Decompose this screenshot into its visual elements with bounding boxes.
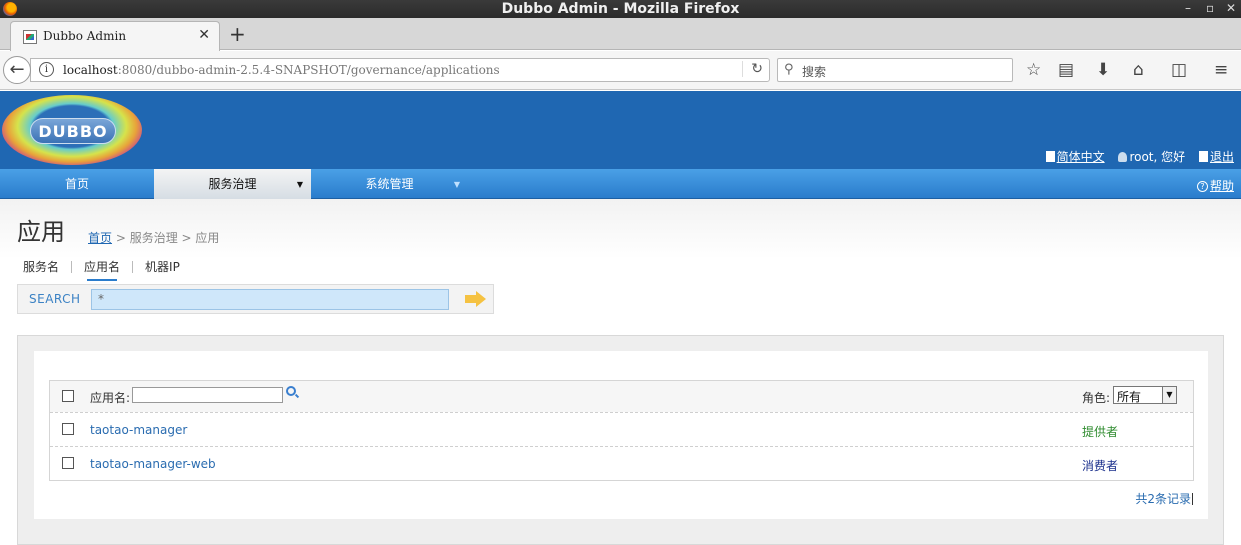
help-label: 帮助: [1209, 179, 1234, 193]
url-path: :8080/dubbo-admin-2.5.4-SNAPSHOT/governa…: [117, 63, 500, 77]
url-text[interactable]: localhost:8080/dubbo-admin-2.5.4-SNAPSHO…: [63, 63, 500, 77]
results-panel-inner: 应用名: 角色: 所有 ▼ taotao-manager 提供者 taotao-m…: [34, 351, 1208, 519]
language-link-label: 简体中文: [1056, 150, 1105, 164]
document-icon: [1045, 151, 1055, 162]
tab-machine-ip[interactable]: 机器IP: [145, 258, 180, 275]
logout-link[interactable]: 退出: [1198, 150, 1234, 164]
menu-item-service-governance[interactable]: 服务治理 ▼: [154, 169, 311, 199]
tab-application-name[interactable]: 应用名: [84, 258, 120, 281]
user-greeting-label: root, 您好: [1129, 150, 1186, 164]
role-filter-select[interactable]: 所有 ▼: [1113, 386, 1177, 404]
filter-search-icon[interactable]: [286, 386, 296, 396]
window-title: Dubbo Admin - Mozilla Firefox: [501, 1, 740, 17]
select-all-checkbox[interactable]: [62, 390, 74, 402]
menu-item-home[interactable]: 首页: [0, 169, 154, 199]
logo-text: DUBBO: [30, 118, 116, 144]
user-greeting: root, 您好: [1118, 150, 1185, 164]
menu-hamburger-icon[interactable]: ≡: [1214, 61, 1228, 79]
pocket-icon[interactable]: ◫: [1171, 61, 1187, 79]
maximize-icon[interactable]: ▫: [1206, 1, 1214, 15]
breadcrumb-home-link[interactable]: 首页: [88, 231, 112, 245]
app-header: DUBBO 简体中文 root, 您好 退出: [0, 91, 1241, 169]
logout-link-label: 退出: [1209, 150, 1234, 164]
reload-icon[interactable]: ↻: [742, 61, 763, 77]
search-icon: ⚲: [784, 62, 794, 77]
close-window-icon[interactable]: ✕: [1226, 1, 1236, 15]
search-type-tabs: 服务名 应用名 机器IP: [23, 258, 180, 281]
browser-search-input[interactable]: ⚲ 搜索: [777, 58, 1013, 82]
tab-service-name[interactable]: 服务名: [23, 258, 59, 275]
back-button[interactable]: ←: [3, 56, 31, 84]
header-links: 简体中文 root, 您好 退出: [1036, 148, 1234, 165]
app-role-label: 消费者: [1082, 459, 1119, 473]
row-checkbox[interactable]: [62, 457, 74, 469]
site-info-icon[interactable]: i: [39, 62, 54, 77]
dropdown-arrow-icon: ▼: [453, 180, 460, 189]
help-icon: ?: [1196, 181, 1208, 192]
download-icon[interactable]: ⬇: [1096, 61, 1110, 79]
page-title: 应用: [17, 218, 65, 246]
bookmark-star-icon[interactable]: ☆: [1026, 61, 1041, 79]
menu-item-label: 首页: [64, 177, 89, 191]
dropdown-arrow-icon: ▼: [296, 180, 303, 189]
breadcrumb: 首页 > 服务治理 > 应用: [88, 229, 219, 246]
role-filter-label: 角色:: [1082, 391, 1111, 405]
language-link[interactable]: 简体中文: [1045, 150, 1105, 164]
role-filter-value: 所有: [1117, 390, 1142, 404]
table-row: taotao-manager-web 消费者: [50, 446, 1193, 480]
main-menu: 首页 服务治理 ▼ 系统管理 ▼ ? 帮助: [0, 169, 1241, 199]
logout-icon: [1198, 151, 1208, 162]
row-checkbox[interactable]: [62, 423, 74, 435]
home-icon[interactable]: ⌂: [1133, 61, 1144, 79]
search-input[interactable]: *: [91, 289, 449, 310]
user-icon: [1118, 152, 1128, 162]
search-placeholder: 搜索: [802, 65, 827, 79]
window-titlebar: Dubbo Admin - Mozilla Firefox – ▫ ✕: [0, 0, 1241, 18]
tab-strip: Dubbo Admin ✕ +: [0, 18, 1241, 51]
new-tab-icon[interactable]: +: [229, 24, 246, 44]
breadcrumb-rest: > 服务治理 > 应用: [112, 231, 220, 245]
app-role-label: 提供者: [1082, 425, 1119, 439]
dubbo-logo[interactable]: DUBBO: [2, 95, 142, 165]
app-name-filter-label: 应用名:: [90, 391, 131, 405]
tab-separator: [71, 261, 73, 273]
applications-table: 应用名: 角色: 所有 ▼ taotao-manager 提供者 taotao-m…: [49, 380, 1194, 481]
app-name-link[interactable]: taotao-manager: [90, 423, 187, 437]
search-label: SEARCH: [29, 292, 81, 306]
tab-label: Dubbo Admin: [43, 29, 127, 43]
main-content: 应用 首页 > 服务治理 > 应用 服务名 应用名 机器IP SEARCH * 应用…: [0, 199, 1241, 545]
reading-list-icon[interactable]: ▤: [1058, 61, 1074, 79]
help-link[interactable]: ? 帮助: [1196, 177, 1234, 194]
app-name-link[interactable]: taotao-manager-web: [90, 457, 216, 471]
results-panel: 应用名: 角色: 所有 ▼ taotao-manager 提供者 taotao-m…: [17, 335, 1224, 545]
record-count: 共2条记录: [1135, 492, 1191, 506]
menu-item-label: 服务治理: [208, 177, 257, 191]
select-arrow-icon: ▼: [1162, 387, 1176, 403]
minimize-icon[interactable]: –: [1185, 1, 1191, 15]
tab-close-icon[interactable]: ✕: [198, 27, 210, 43]
menu-item-system-management[interactable]: 系统管理 ▼: [311, 169, 468, 199]
url-bar[interactable]: i localhost:8080/dubbo-admin-2.5.4-SNAPS…: [30, 58, 770, 82]
browser-tab[interactable]: Dubbo Admin ✕: [10, 21, 220, 51]
menu-item-label: 系统管理: [365, 177, 414, 191]
search-box: SEARCH *: [17, 284, 494, 314]
tab-favicon-icon: [23, 30, 37, 44]
tab-separator: [132, 261, 134, 273]
search-go-arrow-icon[interactable]: [465, 291, 487, 307]
app-name-filter-input[interactable]: [132, 387, 283, 403]
table-row: taotao-manager 提供者: [50, 412, 1193, 446]
url-host: localhost: [63, 63, 118, 77]
table-header-row: 应用名: 角色: 所有 ▼: [50, 381, 1193, 412]
navigation-bar: i localhost:8080/dubbo-admin-2.5.4-SNAPS…: [0, 51, 1241, 90]
